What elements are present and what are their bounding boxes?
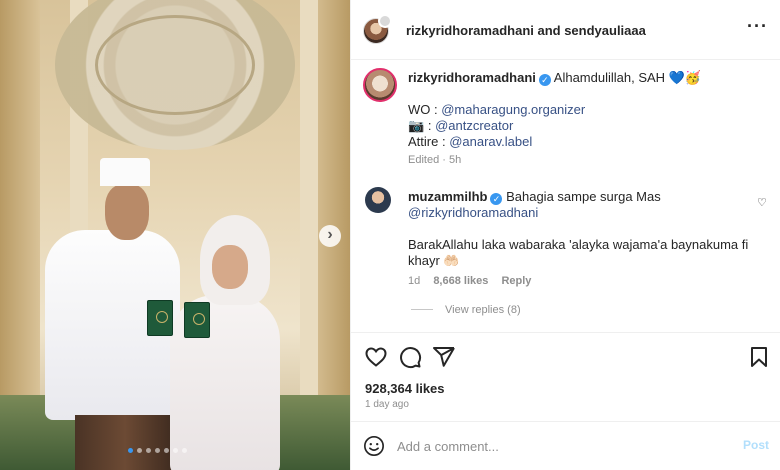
comment-likes[interactable]: 8,668 likes (433, 275, 488, 287)
comment-first-line: muzammilhb ✓ Bahagia sampe surga Mas (408, 189, 661, 205)
caption-wo-label: WO : (408, 102, 438, 117)
bride-figure (170, 215, 285, 470)
post-photo[interactable]: › (0, 0, 350, 470)
carousel-dots (128, 448, 187, 453)
caption-attire-label: Attire : (408, 134, 446, 149)
camera-icon: 📷 (408, 118, 425, 133)
carousel-dot[interactable] (137, 448, 142, 453)
caption-camera-label: : (427, 118, 432, 133)
reply-button[interactable]: Reply (501, 275, 531, 287)
chevron-right-icon[interactable]: › (319, 225, 341, 247)
heart-icon[interactable] (364, 345, 388, 369)
comment-icon[interactable] (398, 345, 422, 369)
caption-text: Alhamdulillah, SAH 💙🥳 (553, 70, 702, 85)
avatar[interactable] (365, 187, 391, 213)
comment-time: 1d (408, 275, 421, 287)
mention-link[interactable]: @anarav.label (449, 134, 532, 149)
avatar-secondary[interactable] (378, 14, 392, 28)
collab-usernames[interactable]: rizkyridhoramadhani and sendyauliaaa (406, 23, 646, 38)
calligraphy-medallion-inner (95, 15, 255, 115)
post-timestamp[interactable]: 1 day ago (365, 399, 409, 410)
carousel-dot[interactable] (146, 448, 151, 453)
marriage-book (147, 300, 173, 336)
verified-badge-icon: ✓ (490, 193, 503, 205)
bookmark-icon[interactable] (747, 345, 771, 369)
groom-face (105, 184, 149, 240)
add-comment-bar: Post (351, 421, 780, 470)
mention-link[interactable]: @maharagung.organizer (441, 102, 585, 117)
carousel-dot[interactable] (128, 448, 133, 453)
view-replies-label[interactable]: View replies (8) (445, 304, 521, 316)
caption-edited: Edited · 5h (408, 154, 462, 166)
instagram-post-modal: › rizkyridhoramadhani and sendyauliaaa ·… (0, 0, 780, 470)
carousel-dot[interactable] (173, 448, 178, 453)
mention-link[interactable]: @rizkyridhoramadhani (408, 205, 538, 220)
carousel-dot[interactable] (164, 448, 169, 453)
post-likes-count[interactable]: 928,364 likes (365, 381, 445, 396)
comment-text: Bahagia sampe surga Mas (506, 189, 661, 204)
comment-input[interactable] (397, 436, 727, 456)
caption-username[interactable]: rizkyridhoramadhani (408, 70, 536, 85)
more-horizontal-icon[interactable]: ··· (747, 16, 768, 37)
groom-sarong (75, 415, 175, 470)
caption-attire-line: Attire : @anarav.label (408, 134, 532, 149)
comment-meta: 1d 8,668 likes Reply (408, 275, 531, 287)
mention-link[interactable]: @antzcreator (435, 118, 513, 133)
groom-cap (100, 158, 150, 186)
avatar[interactable] (363, 68, 397, 102)
verified-badge-icon: ✓ (538, 74, 551, 86)
post-details-panel: rizkyridhoramadhani and sendyauliaaa ···… (350, 0, 780, 470)
comment-username[interactable]: muzammilhb (408, 189, 487, 204)
bride-face (212, 245, 248, 289)
carousel-dot[interactable] (155, 448, 160, 453)
caption-first-line: rizkyridhoramadhani ✓ Alhamdulillah, SAH … (408, 70, 701, 86)
heart-outline-small-icon[interactable]: ♡ (757, 196, 767, 209)
marriage-book (184, 302, 210, 338)
comment-text: BarakAllahu laka wabaraka 'alayka wajama… (408, 237, 749, 252)
caption-wo-line: WO : @maharagung.organizer (408, 102, 585, 117)
share-icon[interactable] (432, 345, 456, 369)
view-replies-button[interactable]: View replies (8) (411, 304, 521, 316)
caption-camera-line: 📷 : @antzcreator (408, 118, 513, 134)
post-button[interactable]: Post (743, 438, 769, 452)
emoji-icon[interactable] (363, 435, 385, 457)
carousel-dot[interactable] (182, 448, 187, 453)
comment-text: khayr 🤲🏻 (408, 253, 460, 268)
post-header: rizkyridhoramadhani and sendyauliaaa ··· (351, 0, 780, 60)
replies-divider (411, 309, 433, 310)
